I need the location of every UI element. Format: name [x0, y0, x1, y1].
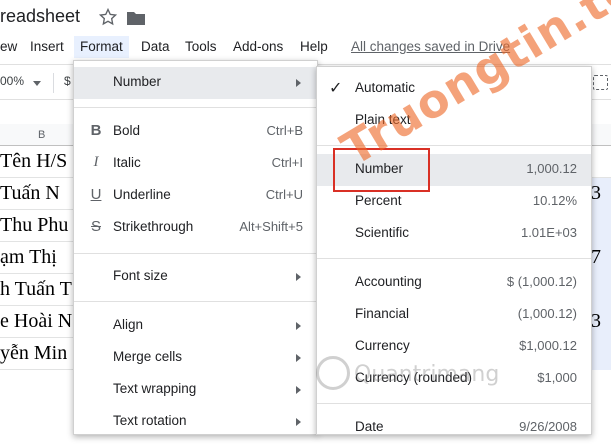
menu-item-label: Currency (rounded) — [355, 370, 473, 385]
italic-icon: I — [93, 154, 99, 170]
format-menu-text-rotation[interactable]: Text rotation — [74, 406, 317, 438]
format-menu-number[interactable]: Number — [74, 67, 317, 99]
menu-divider — [317, 258, 591, 259]
cell-b[interactable]: Tên H/S — [0, 150, 67, 173]
menu-item-label: Financial — [355, 306, 410, 321]
menu-item-label: Plain text — [355, 112, 411, 127]
menu-item-label: Font size — [113, 268, 168, 283]
menu-help[interactable]: Help — [300, 36, 328, 58]
menu-item-label: Bold — [113, 123, 141, 138]
format-menu-strikethrough[interactable]: S Strikethrough Alt+Shift+5 — [74, 212, 317, 244]
bold-icon: B — [90, 122, 102, 139]
menu-item-label: Number — [113, 74, 162, 89]
number-format-accounting[interactable]: Accounting $ (1,000.12) — [317, 267, 591, 299]
menu-item-label: Accounting — [355, 274, 422, 289]
format-menu-font-size[interactable]: Font size — [74, 261, 317, 293]
menu-view[interactable]: ew — [0, 36, 17, 58]
menu-divider — [74, 301, 317, 302]
cell-b[interactable]: Tuấn N — [0, 182, 60, 205]
menu-addons[interactable]: Add-ons — [233, 36, 283, 58]
number-format-date[interactable]: Date 9/26/2008 — [317, 412, 591, 444]
menu-divider — [74, 253, 317, 254]
strikethrough-icon: S — [90, 218, 101, 235]
format-currency-button[interactable]: $ — [64, 74, 71, 88]
number-format-automatic[interactable]: ✓ Automatic — [317, 73, 591, 105]
number-format-scientific[interactable]: Scientific 1.01E+03 — [317, 218, 591, 250]
chevron-right-icon — [296, 418, 301, 426]
cell-b[interactable]: e Hoài N — [0, 310, 72, 333]
cell-b[interactable]: Thu Phu — [0, 214, 68, 237]
menu-item-label: Automatic — [355, 80, 416, 95]
cell-right-value: 3 — [591, 310, 601, 332]
shortcut-label: Ctrl+B — [266, 123, 303, 138]
menu-data[interactable]: Data — [141, 36, 170, 58]
format-example: (1,000.12) — [517, 306, 577, 321]
format-menu-text-wrapping[interactable]: Text wrapping — [74, 374, 317, 406]
menu-tools[interactable]: Tools — [185, 36, 217, 58]
chevron-right-icon — [296, 354, 301, 362]
menu-divider — [317, 145, 591, 146]
menu-item-label: Merge cells — [113, 349, 183, 364]
shortcut-label: Alt+Shift+5 — [239, 219, 303, 234]
format-example: 10.12% — [532, 193, 577, 208]
number-format-currency[interactable]: Currency $1,000.12 — [317, 331, 591, 363]
menu-item-label: Underline — [113, 187, 171, 202]
menu-divider — [317, 403, 591, 404]
number-format-submenu: ✓ Automatic Plain text Number 1,000.12 P… — [316, 66, 592, 435]
star-icon[interactable] — [99, 8, 117, 26]
chevron-right-icon — [296, 273, 301, 281]
format-example: $ (1,000.12) — [506, 274, 577, 289]
format-menu-italic[interactable]: I Italic Ctrl+I — [74, 148, 317, 180]
format-menu-align[interactable]: Align — [74, 310, 317, 342]
chevron-right-icon — [296, 386, 301, 394]
number-format-currency-rounded[interactable]: Currency (rounded) $1,000 — [317, 363, 591, 395]
menu-divider — [74, 107, 317, 108]
more-options-icon[interactable] — [593, 75, 608, 90]
number-format-plain-text[interactable]: Plain text — [317, 105, 591, 137]
annotation-highlight-box — [333, 148, 430, 192]
cell-b[interactable]: ạm Thị — [0, 246, 57, 269]
menu-item-label: Text wrapping — [113, 381, 197, 396]
chevron-right-icon — [296, 322, 301, 330]
menu-item-label: Align — [113, 317, 144, 332]
zoom-select[interactable]: 00% — [0, 74, 24, 88]
format-example: 9/26/2008 — [519, 419, 577, 434]
title-row: readsheet — [0, 0, 611, 36]
menu-item-label: Date — [355, 419, 384, 434]
format-menu: Number B Bold Ctrl+B I Italic Ctrl+I U U… — [73, 60, 318, 435]
menu-item-label: Percent — [355, 193, 402, 208]
format-example: 1.01E+03 — [520, 225, 577, 240]
chevron-down-icon[interactable] — [33, 81, 41, 86]
format-menu-merge-cells[interactable]: Merge cells — [74, 342, 317, 374]
format-example: $1,000 — [537, 370, 577, 385]
menu-item-label: Text rotation — [113, 413, 187, 428]
shortcut-label: Ctrl+U — [265, 187, 303, 202]
cell-b[interactable]: yễn Min — [0, 342, 67, 365]
cell-b[interactable]: h Tuấn T — [0, 278, 72, 301]
chevron-right-icon — [296, 79, 301, 87]
document-title[interactable]: readsheet — [0, 6, 80, 27]
menu-insert[interactable]: Insert — [30, 36, 64, 58]
column-header-b[interactable]: B — [38, 129, 45, 141]
menu-bar: ew Insert Format Data Tools Add-ons Help… — [0, 36, 611, 58]
menu-item-label: Strikethrough — [113, 219, 194, 234]
format-example: $1,000.12 — [519, 338, 577, 353]
menu-format[interactable]: Format — [74, 36, 129, 58]
format-example: 1,000.12 — [526, 161, 577, 176]
format-menu-bold[interactable]: B Bold Ctrl+B — [74, 116, 317, 148]
menu-item-label: Currency — [355, 338, 410, 353]
folder-icon[interactable] — [127, 11, 145, 25]
cell-right-value: 7 — [591, 246, 601, 268]
cell-right-value: 3 — [591, 182, 601, 204]
menu-item-label: Scientific — [355, 225, 410, 240]
number-format-financial[interactable]: Financial (1,000.12) — [317, 299, 591, 331]
check-icon: ✓ — [329, 80, 343, 97]
menu-item-label: Italic — [113, 155, 141, 170]
toolbar-divider — [53, 73, 54, 93]
underline-icon: U — [90, 186, 102, 203]
shortcut-label: Ctrl+I — [271, 155, 303, 170]
save-status-link[interactable]: All changes saved in Drive — [351, 36, 510, 58]
format-menu-underline[interactable]: U Underline Ctrl+U — [74, 180, 317, 212]
